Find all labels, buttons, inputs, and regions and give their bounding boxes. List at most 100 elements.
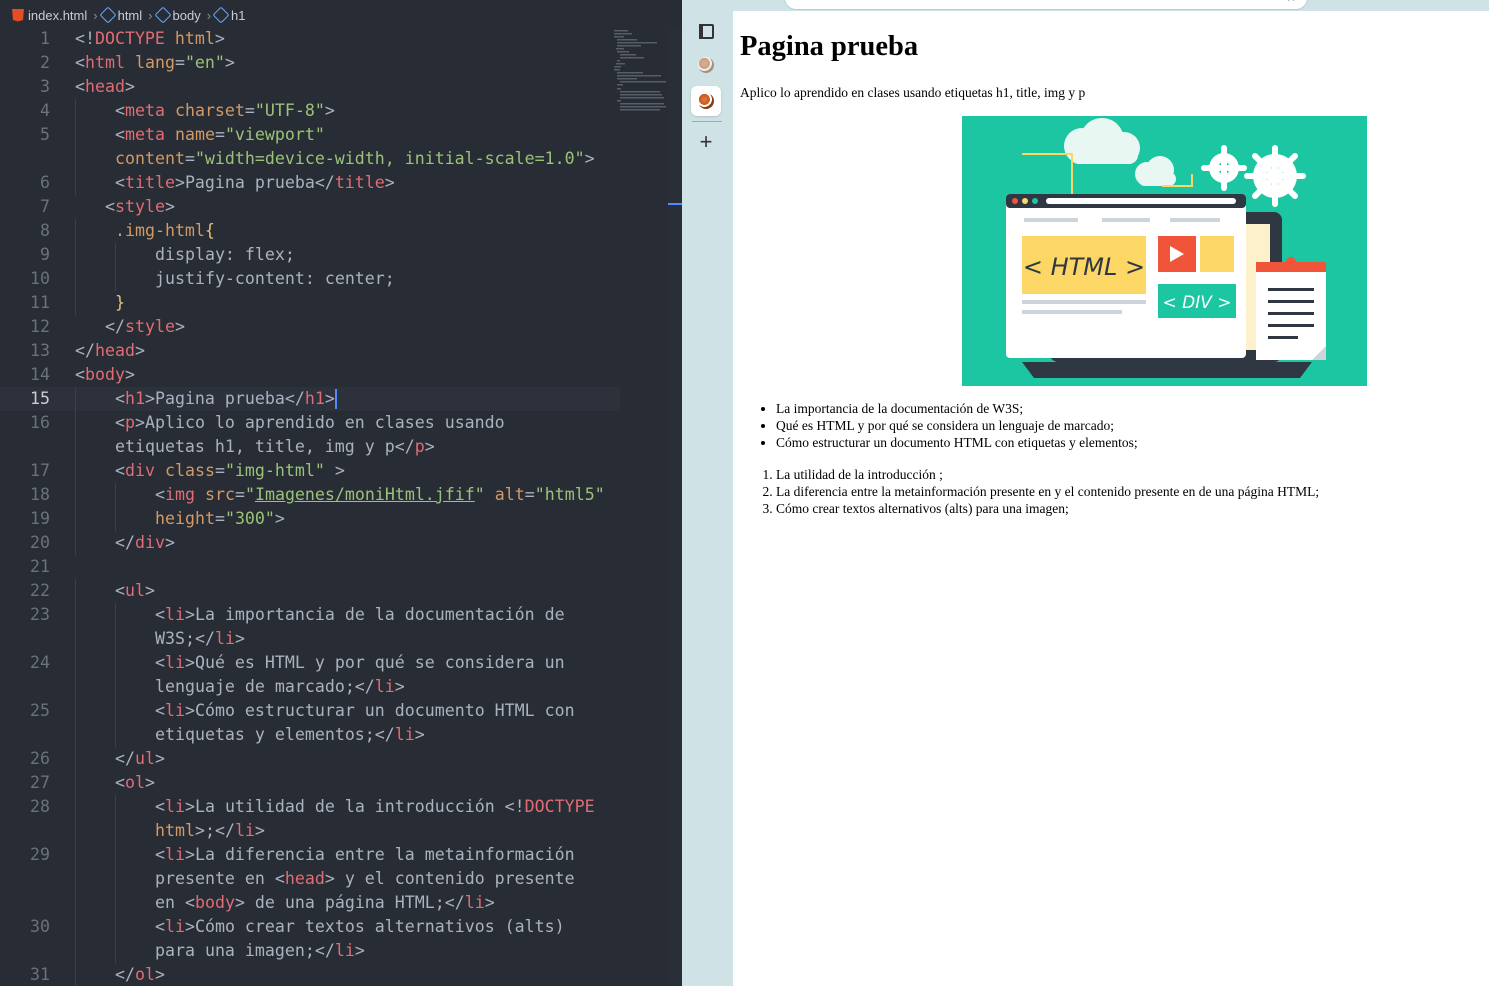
code-text: </ul> (115, 749, 165, 768)
star-icon[interactable]: ☆ (1285, 0, 1297, 5)
code-text: <ol> (115, 773, 155, 792)
indent-guide (75, 819, 76, 843)
code-line[interactable]: presente en <head> y el contenido presen… (0, 867, 620, 891)
breadcrumb-file[interactable]: index.html (12, 8, 87, 23)
code-line[interactable]: 31 </ol> (0, 963, 620, 986)
breadcrumb-body[interactable]: body (154, 6, 201, 24)
code-line[interactable]: 16 <p>Aplico lo aprendido en clases usand… (0, 411, 620, 435)
code-line[interactable]: 20 </div> (0, 531, 620, 555)
breadcrumb-html[interactable]: html (99, 6, 143, 24)
indent-guide (75, 771, 76, 795)
address-bar[interactable]: ☆ (784, 0, 1308, 10)
code-line[interactable]: 15 <h1>Pagina prueba</h1> (0, 387, 620, 411)
code-line[interactable]: 21 (0, 555, 620, 579)
code-line[interactable]: 12 </style> (0, 315, 620, 339)
line-number: 3 (40, 77, 50, 96)
code-text: <style> (105, 197, 175, 216)
code-line[interactable]: 17 <div class="img-html" > (0, 459, 620, 483)
browser-window: ☆ + Pagina prueba Aplico lo aprendido en… (682, 0, 1489, 986)
line-number: 21 (30, 557, 50, 576)
code-line[interactable]: 13 </head> (0, 339, 620, 363)
code-line[interactable]: 19 height="300"> (0, 507, 620, 531)
symbol-element-icon (99, 6, 117, 24)
breadcrumb-html-label: html (117, 7, 143, 23)
code-line[interactable]: 25 <li>Cómo estructurar un documento HTML… (0, 699, 620, 723)
code-line[interactable]: content="width=device-width, initial-sca… (0, 147, 620, 171)
rendered-page: Pagina prueba Aplico lo aprendido en cla… (733, 11, 1489, 986)
code-line[interactable]: 7 <style> (0, 195, 620, 219)
tab-item-2-active[interactable] (691, 86, 721, 116)
new-tab-button[interactable]: + (691, 127, 721, 157)
indent-guide (75, 963, 76, 986)
line-number: 10 (30, 269, 50, 288)
indent-guide (75, 747, 76, 771)
code-text: <img src="Imagenes/moniHtml.jfif" alt="h… (155, 485, 605, 504)
code-line[interactable]: 5 <meta name="viewport" (0, 123, 620, 147)
code-text: <html lang="en"> (75, 53, 235, 72)
code-line[interactable]: 18 <img src="Imagenes/moniHtml.jfif" alt=… (0, 483, 620, 507)
code-line[interactable]: 4 <meta charset="UTF-8"> (0, 99, 620, 123)
code-text: content="width=device-width, initial-sca… (115, 149, 595, 168)
code-line[interactable]: 2 <html lang="en"> (0, 51, 620, 75)
list-item: Qué es HTML y por qué se considera un le… (776, 417, 1138, 434)
code-text: en <body> de una página HTML;</li> (155, 893, 495, 912)
tab-actions-button[interactable] (691, 16, 721, 46)
indent-guide (115, 891, 116, 915)
editor-scrollbar[interactable] (668, 30, 682, 986)
line-number: 26 (30, 749, 50, 768)
code-line[interactable]: etiquetas h1, title, img y p</p> (0, 435, 620, 459)
indent-guide (115, 507, 116, 531)
code-line[interactable]: 14 <body> (0, 363, 620, 387)
code-line[interactable]: 8 .img-html{ (0, 219, 620, 243)
line-number: 30 (30, 917, 50, 936)
indent-guide (75, 219, 76, 243)
breadcrumb-h1[interactable]: h1 (212, 6, 246, 24)
code-text: </ol> (115, 965, 165, 984)
line-number: 6 (40, 173, 50, 192)
code-line[interactable]: 3 <head> (0, 75, 620, 99)
code-line[interactable]: W3S;</li> (0, 627, 620, 651)
code-line[interactable]: en <body> de una página HTML;</li> (0, 891, 620, 915)
code-line[interactable]: 11} (0, 291, 620, 315)
indent-guide (75, 459, 76, 483)
code-line[interactable]: 28 <li>La utilidad de la introducción <!D… (0, 795, 620, 819)
line-number: 18 (30, 485, 50, 504)
code-line[interactable]: 29 <li>La diferencia entre la metainforma… (0, 843, 620, 867)
code-line[interactable]: 1 <!DOCTYPE html> (0, 27, 620, 51)
code-text: display: flex; (155, 245, 295, 264)
code-text: <li>Cómo estructurar un documento HTML c… (155, 701, 575, 720)
minimap[interactable] (612, 28, 668, 112)
code-text: <ul> (115, 581, 155, 600)
code-line[interactable]: 26 </ul> (0, 747, 620, 771)
code-line[interactable]: lenguaje de marcado;</li> (0, 675, 620, 699)
breadcrumb-h1-label: h1 (231, 7, 246, 23)
topics-bullet-list: La importancia de la documentación de W3… (740, 400, 1138, 451)
vertical-tab-strip: + (682, 0, 732, 986)
code-line[interactable]: 9 display: flex; (0, 243, 620, 267)
code-text: <li>La diferencia entre la metainformaci… (155, 845, 575, 864)
code-line[interactable]: 22 <ul> (0, 579, 620, 603)
code-line[interactable]: 6 <title>Pagina prueba</title> (0, 171, 620, 195)
code-line[interactable]: 27 <ol> (0, 771, 620, 795)
code-text: para una imagen;</li> (155, 941, 365, 960)
code-line[interactable]: 10 justify-content: center; (0, 267, 620, 291)
line-number: 20 (30, 533, 50, 552)
indent-guide (115, 651, 116, 675)
code-text: html>;</li> (155, 821, 265, 840)
tab-item-1[interactable] (691, 50, 721, 80)
code-line[interactable]: para una imagen;</li> (0, 939, 620, 963)
code-line[interactable]: 24 <li>Qué es HTML y por qué se considera… (0, 651, 620, 675)
code-line[interactable]: 23 <li>La importancia de la documentación… (0, 603, 620, 627)
indent-guide (75, 411, 76, 435)
indent-guide (75, 915, 76, 939)
list-item: La diferencia entre la metainformación p… (776, 483, 1319, 500)
indent-guide (75, 723, 76, 747)
code-line[interactable]: etiquetas y elementos;</li> (0, 723, 620, 747)
indent-guide (75, 795, 76, 819)
indent-guide (75, 531, 76, 555)
indent-guide (115, 243, 116, 267)
code-editor[interactable]: index.html › html › body › h1 1 <!DOCTYPE… (0, 0, 682, 986)
code-line[interactable]: html>;</li> (0, 819, 620, 843)
line-number: 5 (40, 125, 50, 144)
code-line[interactable]: 30 <li>Cómo crear textos alternativos (al… (0, 915, 620, 939)
